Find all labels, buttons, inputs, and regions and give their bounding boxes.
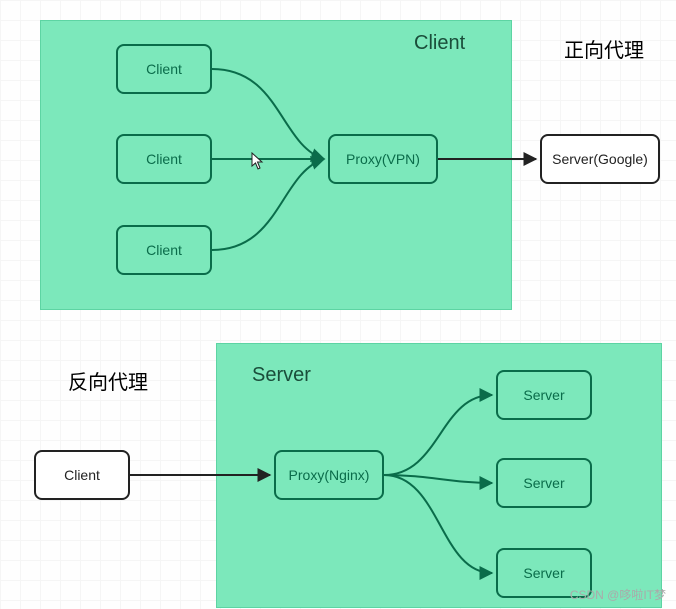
reverse-proxy-box: Proxy(Nginx) [274,450,384,500]
reverse-client-label: Client [64,467,100,483]
reverse-region-title: Server [252,364,311,387]
forward-client-box-2: Client [116,134,212,184]
reverse-client-box: Client [34,450,130,500]
forward-client-label-1: Client [146,61,182,77]
forward-proxy-region [40,20,512,310]
reverse-server-box-1: Server [496,370,592,420]
forward-proxy-label: Proxy(VPN) [346,151,420,167]
forward-region-title: Client [414,32,465,55]
forward-client-box-1: Client [116,44,212,94]
reverse-proxy-title: 反向代理 [68,366,148,395]
reverse-server-box-2: Server [496,458,592,508]
forward-server-label: Server(Google) [552,151,648,167]
reverse-server-label-1: Server [523,387,564,403]
forward-proxy-box: Proxy(VPN) [328,134,438,184]
forward-proxy-title: 正向代理 [564,34,644,63]
forward-client-box-3: Client [116,225,212,275]
watermark: CSDN @哆啦IT梦 [570,586,666,603]
forward-server-box: Server(Google) [540,134,660,184]
reverse-server-label-2: Server [523,475,564,491]
forward-client-label-2: Client [146,151,182,167]
reverse-proxy-label: Proxy(Nginx) [289,467,370,483]
reverse-server-label-3: Server [523,565,564,581]
forward-client-label-3: Client [146,242,182,258]
